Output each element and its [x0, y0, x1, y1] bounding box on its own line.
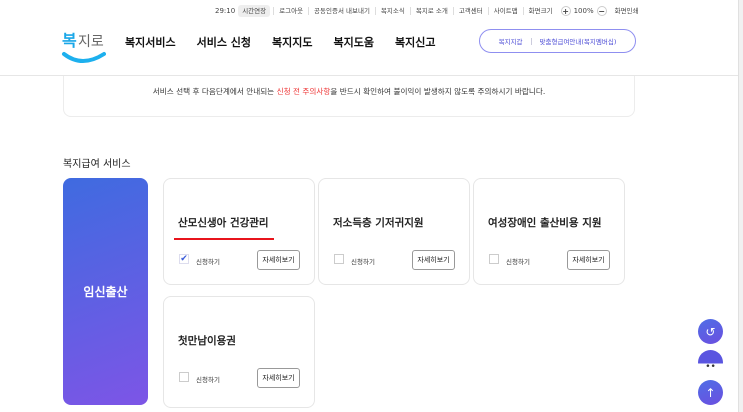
- svg-text:지로: 지로: [78, 34, 104, 50]
- nav-welfare-help[interactable]: 복지도움: [334, 34, 374, 50]
- apply-checkbox[interactable]: ✔: [179, 254, 189, 264]
- session-timer: 29:10: [215, 7, 236, 15]
- service-title: 저소득층 기저귀지원: [333, 217, 424, 229]
- history-icon: ↺: [705, 324, 716, 339]
- service-title: 여성장애인 출산비용 지원: [488, 217, 602, 229]
- nav-welfare-map[interactable]: 복지지도: [272, 34, 312, 50]
- welfare-wallet-link[interactable]: 복지지갑: [499, 36, 523, 46]
- main-nav: 복지서비스 서비스 신청 복지지도 복지도움 복지신고: [125, 34, 436, 50]
- logout-link[interactable]: 로그아웃: [273, 7, 308, 15]
- notice-box: 서비스 선택 후 다음단계에서 안내되는 신청 전 주의사항을 반드시 확인하여…: [63, 76, 635, 117]
- notice-text-end: 을 반드시 확인하여 불이익이 발생하지 않도록 주의하시기 바랍니다.: [330, 87, 546, 96]
- detail-button[interactable]: 자세히보기: [567, 250, 610, 270]
- selected-underline: [174, 238, 274, 240]
- service-title: 첫만남이용권: [178, 335, 236, 347]
- screen-size-label: 화면크기: [522, 7, 558, 15]
- membership-link[interactable]: 맞춤형급여안내(복지멤버십): [540, 36, 617, 46]
- service-card[interactable]: 여성장애인 출산비용 지원 신청하기 자세히보기: [473, 178, 625, 285]
- apply-checkbox[interactable]: [334, 254, 344, 264]
- nav-welfare-services[interactable]: 복지서비스: [125, 34, 176, 50]
- bokjiro-logo[interactable]: 복 지로: [60, 26, 106, 66]
- arrow-up-icon: ↑: [705, 385, 716, 400]
- notice-highlight: 신청 전 주의사항: [276, 87, 331, 96]
- chatbot-button[interactable]: ••: [698, 350, 723, 375]
- section-title: 복지급여 서비스: [63, 159, 131, 170]
- chatbot-icon: ••: [705, 361, 716, 372]
- detail-button[interactable]: 자세히보기: [257, 368, 300, 388]
- extend-session-button[interactable]: 시간연장: [238, 5, 271, 17]
- apply-checkbox[interactable]: [179, 372, 189, 382]
- detail-button[interactable]: 자세히보기: [412, 250, 455, 270]
- apply-label: 신청하기: [506, 258, 530, 266]
- recent-history-button[interactable]: ↺: [698, 319, 723, 344]
- utility-bar: 29:10 시간연장 로그아웃 공동인증서 내보내기 복지소식 복지로 소개 고…: [210, 5, 644, 17]
- nav-service-apply[interactable]: 서비스 신청: [197, 34, 251, 50]
- about-link[interactable]: 복지로 소개: [409, 7, 453, 15]
- zoom-level: 100%: [573, 7, 594, 15]
- service-title: 산모신생아 건강관리: [178, 217, 269, 229]
- detail-button[interactable]: 자세히보기: [257, 250, 300, 270]
- apply-checkbox[interactable]: [489, 254, 499, 264]
- apply-label: 신청하기: [196, 258, 220, 266]
- category-pregnancy[interactable]: 임신출산: [63, 178, 148, 405]
- logo-icon: 복 지로: [62, 31, 106, 63]
- news-link[interactable]: 복지소식: [374, 7, 410, 15]
- sitemap-link[interactable]: 사이트맵: [487, 7, 523, 15]
- notice-text: 서비스 선택 후 다음단계에서 안내되는: [152, 87, 277, 96]
- scrollbar[interactable]: [738, 0, 743, 412]
- zoom-out-button[interactable]: −: [596, 6, 607, 16]
- nav-welfare-report[interactable]: 복지신고: [395, 34, 435, 50]
- quick-links: 복지지갑 맞춤형급여안내(복지멤버십): [479, 29, 636, 53]
- service-card[interactable]: 저소득층 기저귀지원 신청하기 자세히보기: [318, 178, 470, 285]
- print-link[interactable]: 화면인쇄: [610, 7, 644, 15]
- service-card[interactable]: 산모신생아 건강관리 ✔ 신청하기 자세히보기: [163, 178, 315, 285]
- apply-label: 신청하기: [351, 258, 375, 266]
- apply-label: 신청하기: [196, 376, 220, 384]
- cert-export-link[interactable]: 공동인증서 내보내기: [308, 7, 375, 15]
- zoom-in-button[interactable]: +: [560, 6, 571, 16]
- support-link[interactable]: 고객센터: [452, 7, 488, 15]
- scroll-top-button[interactable]: ↑: [698, 380, 723, 405]
- svg-text:복: 복: [62, 31, 77, 50]
- service-card[interactable]: 첫만남이용권 신청하기 자세히보기: [163, 296, 315, 408]
